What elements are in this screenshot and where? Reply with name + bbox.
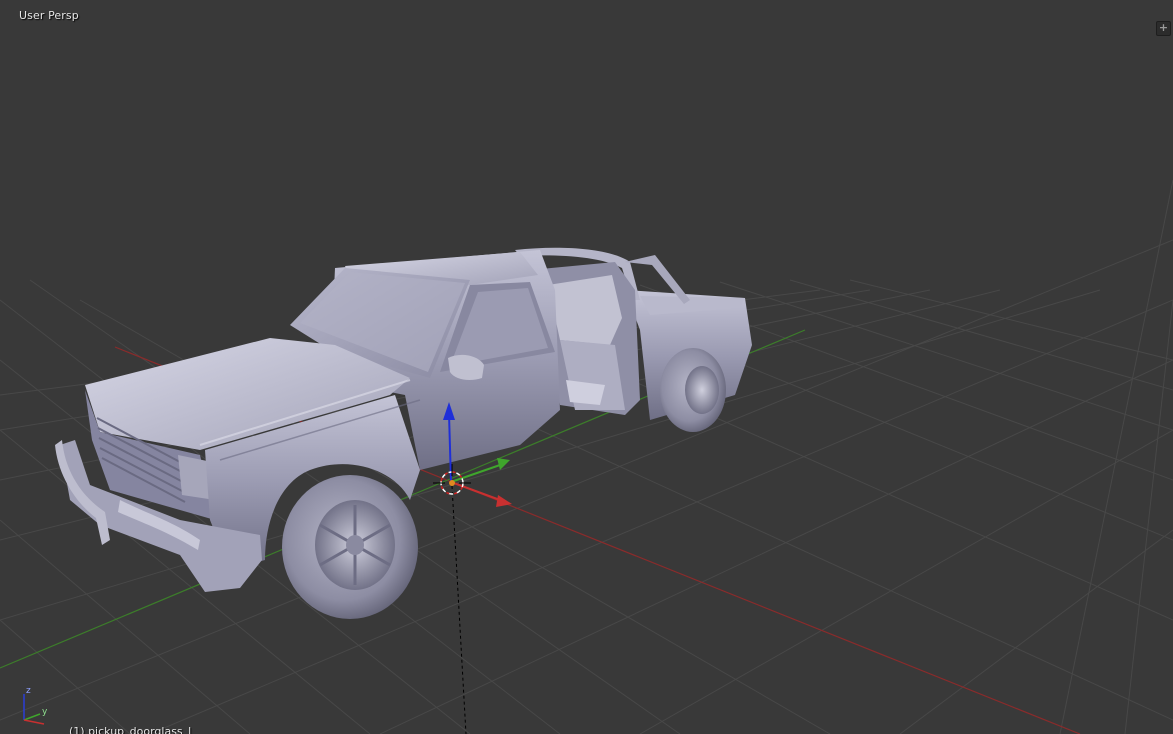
area-split-icon[interactable]: +: [1156, 21, 1171, 36]
scene-canvas[interactable]: [0, 0, 1173, 734]
mini-z-label: z: [26, 686, 31, 696]
pickup-truck-model[interactable]: [55, 247, 752, 619]
active-object-label: (1) pickup_doorglass_l: [69, 725, 192, 734]
orientation-axes: z y: [23, 686, 48, 725]
view-mode-label: User Persp: [19, 9, 79, 22]
3d-cursor-icon[interactable]: [433, 464, 471, 495]
3d-viewport[interactable]: User Persp + z y (1) pickup_doorglass_l: [0, 0, 1173, 734]
mini-y-label: y: [42, 707, 48, 717]
mini-y-axis: [23, 713, 41, 721]
mini-x-axis: [23, 719, 45, 725]
